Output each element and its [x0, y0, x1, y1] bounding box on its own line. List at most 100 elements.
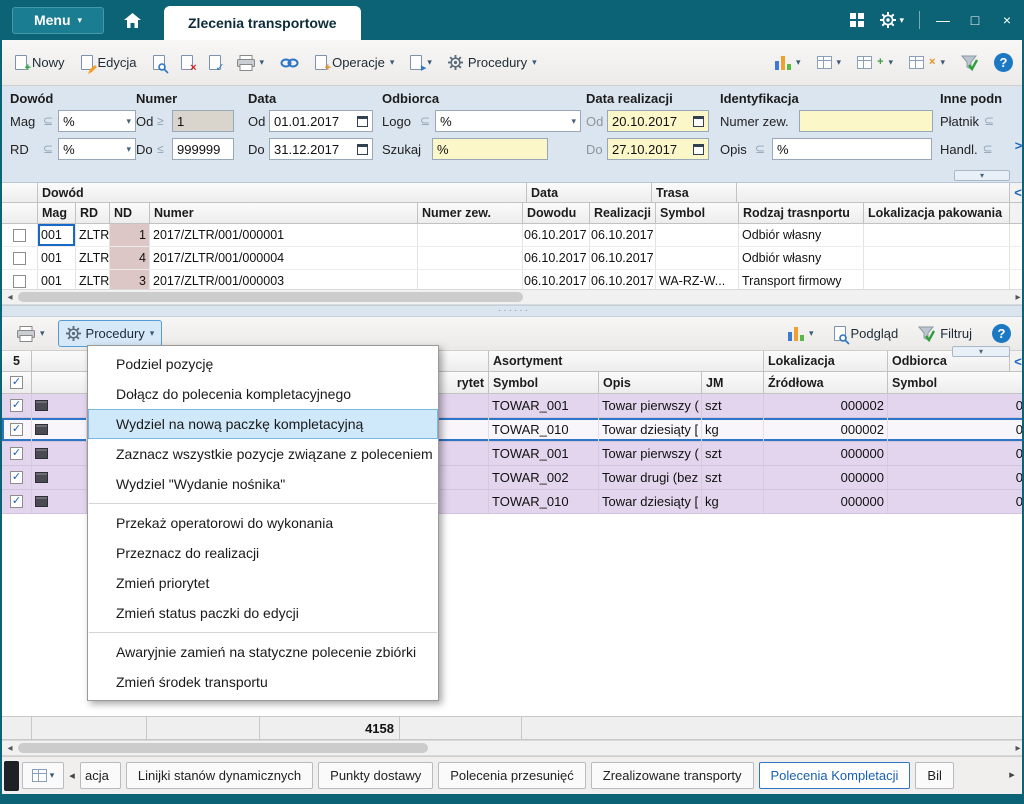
- chart-view-button[interactable]: ▾: [768, 50, 808, 75]
- filter-collapse-button[interactable]: ▾: [954, 170, 1010, 181]
- row-checkbox[interactable]: [13, 274, 26, 288]
- operations-button[interactable]: + Operacje ▾: [308, 50, 401, 75]
- column-header-nd[interactable]: ND: [110, 203, 150, 224]
- print-button[interactable]: ▾: [230, 50, 272, 76]
- bottom-tab[interactable]: Punkty dostawy: [318, 762, 434, 789]
- logo-select[interactable]: % ▾: [435, 110, 582, 132]
- select-all-checkbox[interactable]: ✓: [10, 376, 23, 389]
- mag-select[interactable]: % ▾: [58, 110, 137, 132]
- find-document-button[interactable]: [146, 50, 172, 75]
- chart-view-button[interactable]: ▾: [781, 321, 821, 346]
- data-od-input[interactable]: 01.01.2017: [269, 110, 373, 132]
- upper-grid-hscrollbar[interactable]: ◂ ▸: [2, 289, 1022, 305]
- column-header-dowodu[interactable]: Dowodu: [523, 203, 590, 224]
- menu-item[interactable]: Awaryjnie zamień na statyczne polecenie …: [88, 637, 438, 667]
- numer-zew-input[interactable]: [799, 110, 933, 132]
- procedures-button[interactable]: Procedury ▾: [441, 50, 544, 75]
- scroll-right-icon[interactable]: ▸: [1010, 743, 1022, 754]
- data-do-input[interactable]: 31.12.2017: [269, 138, 373, 160]
- menu-item[interactable]: Zmień środek transportu: [88, 667, 438, 697]
- bottom-tab[interactable]: Bil: [915, 762, 954, 789]
- column-header-rodzaj[interactable]: Rodzaj trasnportu: [739, 203, 864, 224]
- quick-filter-button[interactable]: ▾: [22, 762, 64, 789]
- menu-item-highlighted[interactable]: Wydziel na nową paczkę kompletacyjną: [88, 409, 438, 439]
- menu-item[interactable]: Dołącz do polecenia kompletacyjnego: [88, 379, 438, 409]
- scroll-left-icon[interactable]: ◂: [2, 292, 18, 303]
- row-checkbox[interactable]: [13, 228, 26, 242]
- column-header-rd[interactable]: RD: [76, 203, 110, 224]
- scroll-right-icon[interactable]: ▸: [1010, 292, 1022, 303]
- procedures-button[interactable]: Procedury ▾: [57, 320, 163, 347]
- new-button[interactable]: + Nowy: [8, 50, 72, 75]
- preview-button[interactable]: Podgląd: [827, 321, 906, 346]
- filter-apply-button[interactable]: [954, 50, 985, 76]
- scrollbar-thumb[interactable]: [18, 292, 523, 302]
- table-add-button[interactable]: + ▾: [850, 51, 900, 74]
- group-header-data[interactable]: Data: [527, 183, 652, 203]
- opis-input[interactable]: %: [772, 138, 932, 160]
- calendar-icon[interactable]: [357, 143, 368, 155]
- tabs-scroll-right-button[interactable]: ▸: [1004, 768, 1020, 781]
- select-column-header[interactable]: [2, 203, 38, 224]
- column-header-priorytet[interactable]: rytet: [439, 372, 489, 394]
- filter-scroll-right-button[interactable]: >: [1012, 134, 1022, 156]
- select-all-header[interactable]: ✓: [2, 372, 32, 394]
- docked-panel-button[interactable]: [4, 760, 19, 791]
- print-button[interactable]: ▾: [10, 321, 52, 347]
- rd-select[interactable]: % ▾: [58, 138, 137, 160]
- menu-button[interactable]: Menu ▾: [12, 6, 104, 34]
- column-header-zrodlowa[interactable]: Źródłowa: [764, 372, 888, 394]
- tabs-scroll-left-button[interactable]: ◂: [64, 769, 80, 782]
- bottom-tab[interactable]: Zrealizowane transporty: [590, 762, 754, 789]
- mag-cell[interactable]: 001: [38, 224, 76, 246]
- scroll-left-icon[interactable]: ◂: [2, 743, 18, 754]
- help-button[interactable]: ?: [987, 48, 1020, 77]
- maximize-button[interactable]: □: [962, 7, 988, 33]
- close-button[interactable]: ×: [994, 7, 1020, 33]
- group-header-trasa[interactable]: Trasa: [652, 183, 737, 203]
- column-header-numer-zew[interactable]: Numer zew.: [418, 203, 523, 224]
- calendar-icon[interactable]: [357, 115, 368, 127]
- menu-item[interactable]: Podziel pozycję: [88, 349, 438, 379]
- apps-grid-button[interactable]: [845, 7, 869, 33]
- lower-grid-hscrollbar[interactable]: ◂ ▸: [2, 740, 1022, 756]
- edit-button[interactable]: Edycja: [74, 50, 144, 75]
- table-filter-button[interactable]: × ▾: [902, 51, 952, 74]
- column-header-symbol[interactable]: Symbol: [489, 372, 599, 394]
- menu-item[interactable]: Przeznacz do realizacji: [88, 538, 438, 568]
- table-row[interactable]: 001 ZLTR 3 2017/ZLTR/001/000003 06.10.20…: [2, 270, 1022, 289]
- row-checkbox[interactable]: ✓: [10, 399, 23, 412]
- delete-document-button[interactable]: ×: [174, 50, 200, 75]
- numer-od-input[interactable]: 1: [172, 110, 234, 132]
- window-tab[interactable]: Zlecenia transportowe: [164, 6, 361, 40]
- column-header-realizacji[interactable]: Realizacji: [590, 203, 656, 224]
- link-button[interactable]: [273, 52, 306, 74]
- bottom-tab[interactable]: Linijki stanów dynamicznych: [125, 762, 314, 789]
- bottom-tab[interactable]: Polecenia przesunięć: [438, 762, 586, 789]
- menu-item[interactable]: Wydziel "Wydanie nośnika": [88, 469, 438, 499]
- minimize-button[interactable]: —: [930, 7, 956, 33]
- layout-button[interactable]: ▾: [810, 51, 849, 74]
- grid-scroll-left-button[interactable]: <: [1010, 183, 1022, 203]
- column-header-lokalizacja[interactable]: Lokalizacja pakowania: [864, 203, 1010, 224]
- row-checkbox[interactable]: ✓: [10, 447, 23, 460]
- group-header-asortyment[interactable]: Asortyment: [489, 351, 764, 372]
- calendar-icon[interactable]: [693, 115, 704, 127]
- group-header-lokalizacja[interactable]: Lokalizacja: [764, 351, 888, 372]
- table-row[interactable]: 001 ZLTR 4 2017/ZLTR/001/000004 06.10.20…: [2, 247, 1022, 270]
- lower-filter-collapse-button[interactable]: ▾: [952, 346, 1010, 357]
- grid-scroll-left-button[interactable]: <: [1010, 351, 1022, 372]
- table-row[interactable]: 001 ZLTR 1 2017/ZLTR/001/000001 06.10.20…: [2, 224, 1022, 247]
- menu-item[interactable]: Zmień priorytet: [88, 568, 438, 598]
- help-button[interactable]: ?: [985, 319, 1018, 348]
- filter-button[interactable]: Filtruj: [911, 321, 979, 347]
- scrollbar-thumb[interactable]: [18, 743, 428, 753]
- bottom-tab-active[interactable]: Polecenia Kompletacji: [758, 762, 911, 789]
- row-checkbox[interactable]: [13, 251, 26, 265]
- column-header-opis[interactable]: Opis: [599, 372, 702, 394]
- szukaj-input[interactable]: %: [432, 138, 548, 160]
- calendar-icon[interactable]: [693, 143, 704, 155]
- row-checkbox[interactable]: ✓: [10, 423, 23, 436]
- real-do-input[interactable]: 27.10.2017: [607, 138, 709, 160]
- column-header-symbol[interactable]: Symbol: [656, 203, 739, 224]
